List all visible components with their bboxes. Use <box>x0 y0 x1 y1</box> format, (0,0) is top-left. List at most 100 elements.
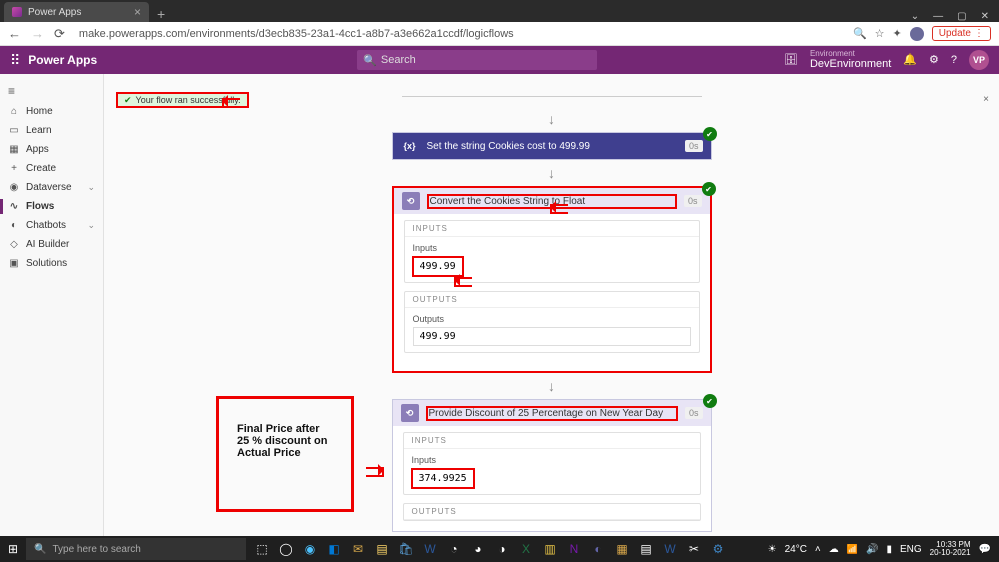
maximize-icon[interactable]: ▢ <box>957 11 966 22</box>
banner-close-icon[interactable]: × <box>983 94 989 105</box>
flow-step-1[interactable]: ✔ {x} Set the string Cookies cost to 499… <box>392 132 712 160</box>
address-bar: ← → ⟳ make.powerapps.com/environments/d3… <box>0 22 999 46</box>
inputs-header: INPUTS <box>405 221 699 237</box>
step2-time: 0s <box>684 195 702 207</box>
settings-icon[interactable]: ⚙ <box>929 53 939 66</box>
annotation-arrow <box>454 274 478 286</box>
taskbar-search[interactable]: 🔍 Type here to search <box>26 538 246 560</box>
global-search[interactable]: 🔍 Search <box>357 50 597 70</box>
tab-favicon <box>12 7 22 17</box>
env-label: Environment <box>810 50 891 59</box>
volume-icon[interactable]: 🔊 <box>866 544 878 555</box>
outputs-header: OUTPUTS <box>405 292 699 308</box>
chrome-icon[interactable]: ◔ <box>444 539 464 559</box>
sidebar-item-chatbots[interactable]: ◐Chatbots⌄ <box>0 216 103 235</box>
plus-icon: + <box>8 163 20 174</box>
close-window-icon[interactable]: ✕ <box>981 11 989 22</box>
browser-tab-strip: Power Apps × + ⌄ — ▢ ✕ <box>0 0 999 22</box>
help-icon[interactable]: ? <box>951 54 957 66</box>
environment-picker[interactable]: Environment DevEnvironment <box>810 50 891 71</box>
onedrive-icon[interactable]: ☁ <box>829 544 839 555</box>
close-tab-icon[interactable]: × <box>134 5 141 19</box>
task-view-icon[interactable]: ⬚ <box>252 539 272 559</box>
sidebar-item-flows[interactable]: ∿Flows <box>0 197 103 216</box>
annotation-box: Final Price after 25 % discount on Actua… <box>216 396 354 512</box>
network-icon[interactable]: 📶 <box>847 544 858 555</box>
sidebar-item-solutions[interactable]: ▣Solutions <box>0 254 103 273</box>
flow-step-2[interactable]: ✔ ⟲ Convert the Cookies String to Float … <box>392 186 712 373</box>
edge-icon[interactable]: ◉ <box>300 539 320 559</box>
notes-icon[interactable]: ▥ <box>540 539 560 559</box>
sidebar-item-learn[interactable]: ▭Learn <box>0 121 103 140</box>
back-button[interactable]: ← <box>8 26 21 41</box>
notepad-icon[interactable]: ▤ <box>636 539 656 559</box>
extension-icon[interactable]: ✦ <box>893 27 902 40</box>
chevron-down-icon[interactable]: ⌄ <box>911 11 919 22</box>
sidebar-item-home[interactable]: ⌂Home <box>0 102 103 121</box>
inputs-header: INPUTS <box>404 433 700 449</box>
mail-icon[interactable]: ✉ <box>348 539 368 559</box>
word-icon[interactable]: W <box>420 539 440 559</box>
weather-icon[interactable]: ☀ <box>768 544 777 555</box>
sidebar-item-create[interactable]: +Create <box>0 159 103 178</box>
snip-icon[interactable]: ✂ <box>684 539 704 559</box>
success-badge-icon: ✔ <box>703 394 717 408</box>
flow-connector-icon: ↓ <box>392 373 712 399</box>
notifications-icon[interactable]: 🔔 <box>903 53 917 66</box>
chrome3-icon[interactable]: ◑ <box>492 539 512 559</box>
update-button[interactable]: Update ⋮ <box>932 26 991 41</box>
teams-icon[interactable]: ◐ <box>588 539 608 559</box>
excel-icon[interactable]: X <box>516 539 536 559</box>
variable-icon: {x} <box>401 137 419 155</box>
profile-icon[interactable] <box>910 27 924 41</box>
word2-icon[interactable]: W <box>660 539 680 559</box>
onenote-icon[interactable]: N <box>564 539 584 559</box>
outputs-header: OUTPUTS <box>404 504 700 520</box>
lang-indicator[interactable]: ENG <box>900 544 922 555</box>
environment-icon: 🗄 <box>784 53 798 66</box>
sidebar-item-dataverse[interactable]: ◉Dataverse⌄ <box>0 178 103 197</box>
cortana-icon[interactable]: ◯ <box>276 539 296 559</box>
flow-connector-icon: ↓ <box>392 106 712 132</box>
reload-button[interactable]: ⟳ <box>54 26 65 42</box>
flow-step-3[interactable]: ✔ ⟲ Provide Discount of 25 Percentage on… <box>392 399 712 532</box>
minimize-icon[interactable]: — <box>933 11 943 22</box>
annotation-arrow <box>222 95 246 107</box>
success-badge-icon: ✔ <box>702 182 716 196</box>
weather-temp[interactable]: 24°C <box>785 544 807 555</box>
clock[interactable]: 10:33 PM 20-10-2021 <box>930 541 971 557</box>
browser-tab[interactable]: Power Apps × <box>4 2 149 22</box>
zoom-icon[interactable]: 🔍 <box>853 27 867 40</box>
flow-canvas: ✔ Your flow ran successfully. × Final Pr… <box>104 74 999 536</box>
step2-output-value: 499.99 <box>413 327 691 346</box>
chevron-down-icon: ⌄ <box>87 220 95 231</box>
sidebar-item-aibuilder[interactable]: ◇AI Builder <box>0 235 103 254</box>
store-icon[interactable]: 🛍 <box>396 539 416 559</box>
tray-chevron-icon[interactable]: ˄ <box>815 544 821 555</box>
start-button[interactable]: ⊞ <box>0 542 26 556</box>
manager-icon[interactable]: ⚙ <box>708 539 728 559</box>
annotation-arrow <box>550 201 574 213</box>
app-launcher-icon[interactable]: ⠿ <box>10 52 18 69</box>
step2-outputs-section: OUTPUTS Outputs 499.99 <box>404 291 700 353</box>
solutions-icon: ▣ <box>8 258 20 269</box>
app-icon[interactable]: ▦ <box>612 539 632 559</box>
outlook-icon[interactable]: ◧ <box>324 539 344 559</box>
bookmark-icon[interactable]: ☆ <box>875 27 885 40</box>
chrome2-icon[interactable]: ◕ <box>468 539 488 559</box>
forward-button[interactable]: → <box>31 26 44 41</box>
action-center-icon[interactable]: 💬 <box>979 544 991 555</box>
new-tab-button[interactable]: + <box>149 6 173 22</box>
tab-title: Power Apps <box>28 7 81 18</box>
windows-taskbar: ⊞ 🔍 Type here to search ⬚ ◯ ◉ ◧ ✉ ▤ 🛍 W … <box>0 536 999 562</box>
aibuilder-icon: ◇ <box>8 239 20 250</box>
flows-icon: ∿ <box>8 201 20 212</box>
url-field[interactable]: make.powerapps.com/environments/d3ecb835… <box>75 28 843 40</box>
sidebar-item-apps[interactable]: ▦Apps <box>0 140 103 159</box>
explorer-icon[interactable]: ▤ <box>372 539 392 559</box>
hamburger-icon[interactable]: ≡ <box>0 80 103 102</box>
check-icon: ✔ <box>124 95 132 106</box>
outputs-label: Outputs <box>413 314 691 324</box>
user-avatar[interactable]: VP <box>969 50 989 70</box>
battery-icon[interactable]: ▮ <box>886 544 892 555</box>
